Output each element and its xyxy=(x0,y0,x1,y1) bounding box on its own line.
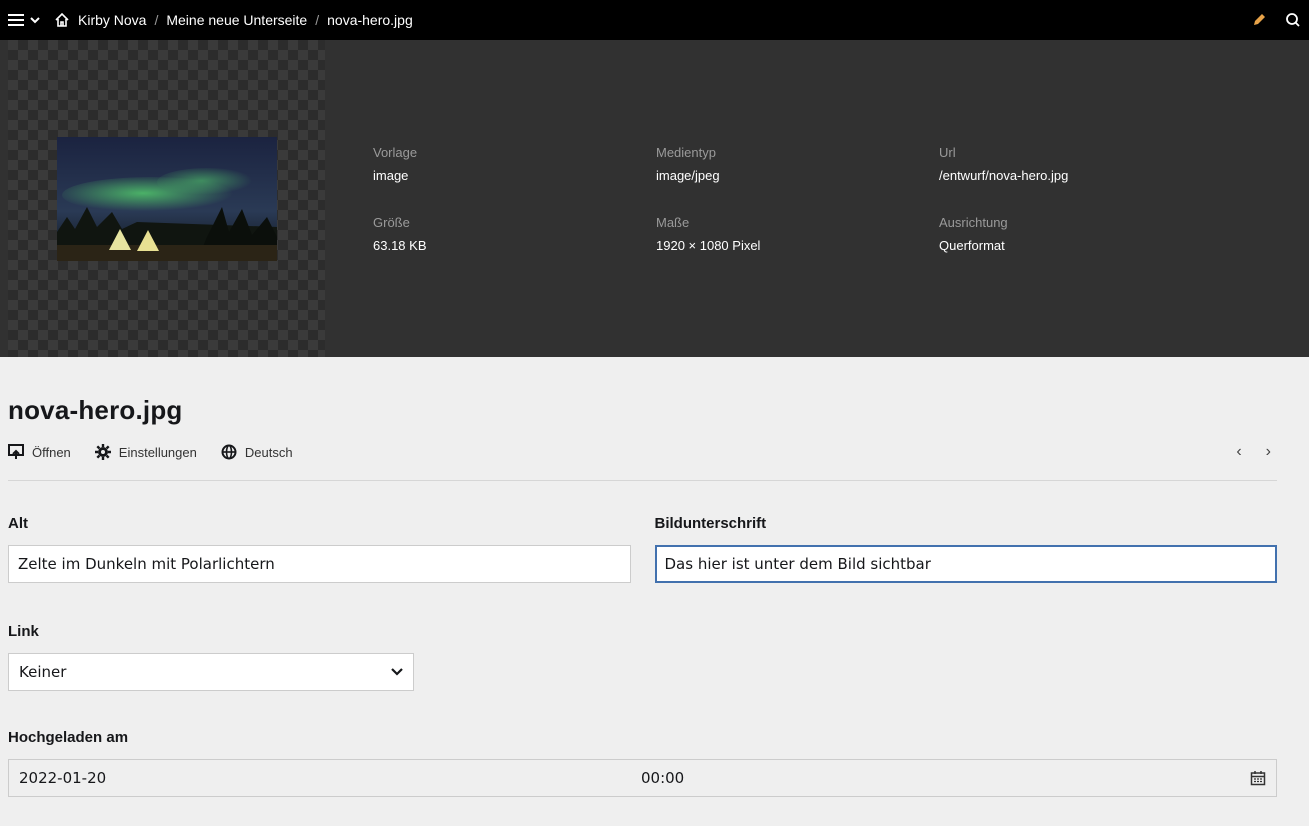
chevron-down-icon xyxy=(391,668,403,676)
caption-input[interactable] xyxy=(654,545,1277,583)
uploaded-datetime: 2022-01-20 00:00 xyxy=(8,759,1277,797)
breadcrumb-site[interactable]: Kirby Nova xyxy=(78,12,146,28)
globe-icon xyxy=(221,444,237,460)
link-select[interactable]: Keiner xyxy=(8,653,414,691)
breadcrumb: Kirby Nova / Meine neue Unterseite / nov… xyxy=(54,12,413,28)
link-label: Link xyxy=(8,623,39,640)
meta-template: Vorlage image xyxy=(373,144,418,183)
language-label: Deutsch xyxy=(244,444,293,460)
breadcrumb-separator: / xyxy=(315,12,320,28)
file-preview-panel: Vorlage image Medientyp image/jpeg Url/ent… xyxy=(0,40,1309,357)
image-preview[interactable] xyxy=(8,40,325,357)
uploaded-label: Hochgeladen am xyxy=(8,729,129,746)
link-field: Link Keiner xyxy=(8,623,414,691)
link-select-value: Keiner xyxy=(19,663,67,681)
calendar-icon[interactable] xyxy=(1250,770,1266,786)
previous-file-button[interactable]: ‹ xyxy=(1236,443,1241,461)
open-icon xyxy=(8,444,24,459)
settings-button[interactable]: Einstellungen xyxy=(94,444,197,460)
alt-field: Alt xyxy=(8,515,631,583)
breadcrumb-separator: / xyxy=(154,12,159,28)
next-file-button[interactable]: › xyxy=(1266,443,1271,461)
search-icon[interactable] xyxy=(1285,12,1301,28)
date-input[interactable]: 2022-01-20 xyxy=(19,769,106,787)
uploaded-field: Hochgeladen am 2022-01-20 00:00 xyxy=(8,729,1277,797)
meta-orientation: Ausrichtung Querformat xyxy=(939,214,1008,253)
meta-mime: Medientyp image/jpeg xyxy=(656,144,720,183)
language-button[interactable]: Deutsch xyxy=(221,444,293,460)
file-options-bar: Öffnen Einstellungen Deutsch ‹ › xyxy=(8,438,1277,481)
open-label: Öffnen xyxy=(32,444,71,460)
breadcrumb-page[interactable]: Meine neue Unterseite xyxy=(166,12,307,28)
time-input[interactable]: 00:00 xyxy=(641,769,684,787)
file-info: Vorlage image Medientyp image/jpeg Url/ent… xyxy=(373,40,1219,357)
meta-size: Größe 63.18 KB xyxy=(373,214,427,253)
main-content: nova-hero.jpg Öffnen Einstellungen Deuts… xyxy=(0,395,1309,797)
topbar: Kirby Nova / Meine neue Unterseite / nov… xyxy=(0,0,1309,40)
gear-icon xyxy=(94,444,111,460)
meta-url: Url/entwurf/nova-hero.jpg xyxy=(939,144,1069,183)
menu-icon xyxy=(8,14,24,26)
alt-label: Alt xyxy=(8,515,28,532)
meta-dimensions: Maße 1920 × 1080 Pixel xyxy=(656,214,761,253)
caption-label: Bildunterschrift xyxy=(654,515,767,532)
home-icon[interactable] xyxy=(54,12,70,28)
settings-label: Einstellungen xyxy=(118,444,197,460)
open-button[interactable]: Öffnen xyxy=(8,444,71,460)
caption-field: Bildunterschrift xyxy=(654,515,1277,583)
page-title: nova-hero.jpg xyxy=(8,395,183,425)
pencil-icon[interactable] xyxy=(1251,12,1267,28)
thumbnail-image xyxy=(56,136,277,261)
menu-button[interactable] xyxy=(8,13,40,27)
chevron-down-icon xyxy=(30,17,40,24)
breadcrumb-file[interactable]: nova-hero.jpg xyxy=(327,12,413,28)
alt-input[interactable] xyxy=(8,545,631,583)
text-fields-row: Alt Bildunterschrift xyxy=(8,515,1277,583)
file-pagination: ‹ › xyxy=(1236,443,1271,461)
